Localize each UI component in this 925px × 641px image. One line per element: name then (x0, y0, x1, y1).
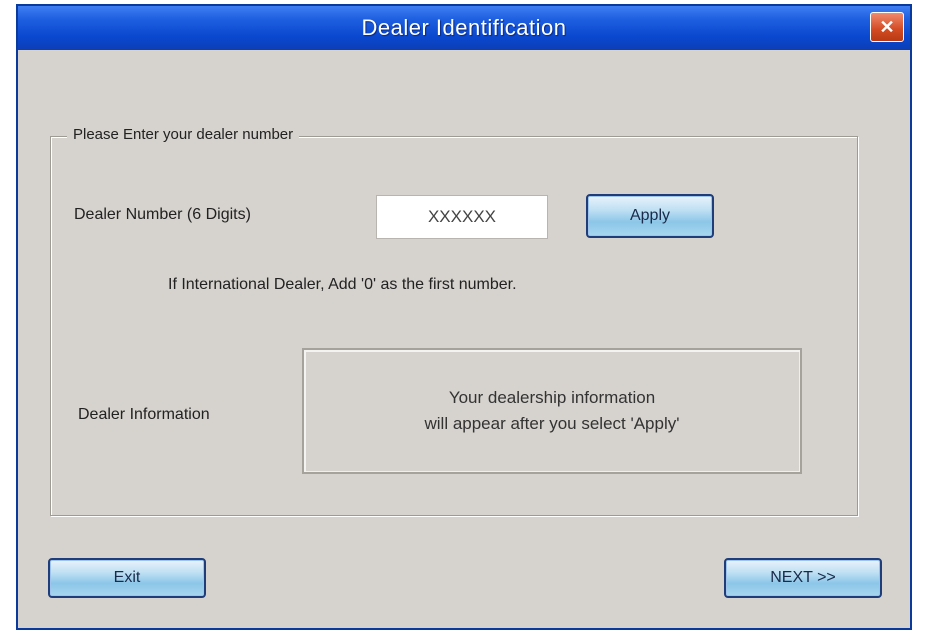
dealer-number-input[interactable] (376, 195, 548, 239)
next-button[interactable]: NEXT >> (724, 558, 882, 598)
dealer-identification-window: Dealer Identification ✕ Please Enter you… (16, 4, 912, 630)
dealer-information-label: Dealer Information (78, 406, 210, 423)
dealer-info-line-2: will appear after you select 'Apply' (424, 414, 680, 433)
dealer-info-line-1: Your dealership information (448, 388, 656, 407)
exit-button[interactable]: Exit (48, 558, 206, 598)
dealer-number-label: Dealer Number (6 Digits) (74, 206, 251, 223)
dealer-information-box: Your dealership information will appear … (302, 348, 802, 474)
international-dealer-hint: If International Dealer, Add '0' as the … (168, 276, 517, 293)
group-legend: Please Enter your dealer number (67, 126, 300, 143)
apply-button[interactable]: Apply (586, 194, 714, 238)
dialog-body: Please Enter your dealer number Dealer N… (18, 50, 910, 628)
close-button[interactable]: ✕ (870, 12, 904, 42)
close-icon: ✕ (879, 16, 895, 37)
title-bar[interactable]: Dealer Identification ✕ (18, 6, 910, 50)
window-title: Dealer Identification (361, 15, 567, 40)
